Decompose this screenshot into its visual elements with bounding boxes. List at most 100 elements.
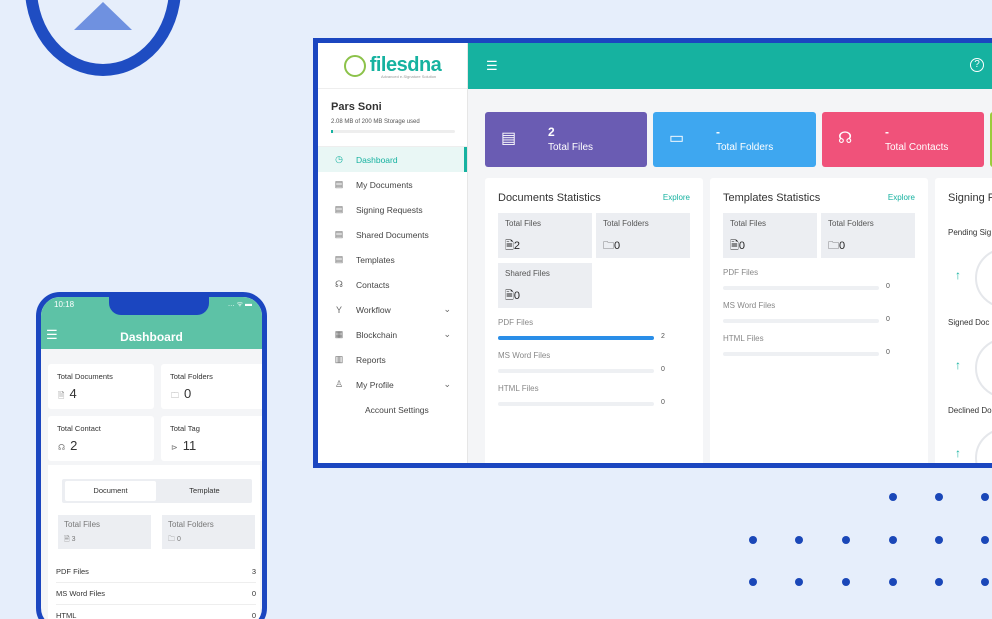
decorative-dot	[749, 578, 757, 586]
card-value: 2	[70, 438, 78, 453]
stat-total-files: Total Files 🗎0	[723, 213, 817, 258]
card-value: -	[716, 125, 720, 139]
mini-label: Total Files	[64, 520, 101, 529]
sidebar-item-label: Account Settings	[365, 404, 429, 415]
phone-card-total-tag[interactable]: Total Tag ⊳ 11	[161, 416, 262, 461]
sidebar-item-dashboard[interactable]: ◷ Dashboard	[318, 147, 467, 172]
sidebar-item-label: My Documents	[356, 179, 413, 190]
stat-value-wrap: 🗎0	[730, 237, 745, 256]
total-folders-card[interactable]: ▭ - Total Folders	[653, 112, 816, 167]
mini-value-wrap: 🗀 0	[168, 535, 181, 546]
sidebar-item-reports[interactable]: ▥ Reports	[318, 347, 467, 372]
card-value-wrap: ⊳ 11	[171, 438, 196, 453]
mini-value: 3	[71, 536, 76, 543]
sidebar-item-label: My Profile	[356, 379, 394, 390]
logo-icon	[343, 54, 366, 77]
card-value-wrap: 🗀 0	[171, 386, 191, 404]
card-value: 4	[69, 386, 77, 401]
blockchain-icon: ▦	[334, 329, 344, 339]
explore-link[interactable]: Explore	[663, 193, 690, 202]
user-name: Pars Soni	[331, 101, 382, 113]
sidebar: filesdna Advanced e-Signature Solution P…	[318, 43, 468, 463]
shared-icon: ▤	[334, 229, 344, 239]
explore-link[interactable]: Explore	[888, 193, 915, 202]
file-type-count: 0	[886, 316, 890, 323]
file-icon: 🗎	[730, 240, 739, 252]
progress-bar	[498, 369, 654, 373]
file-type-count: 0	[886, 349, 890, 356]
progress-bar	[723, 352, 879, 356]
folder-icon: 🗀	[603, 240, 614, 252]
folder-icon: 🗀	[168, 536, 177, 543]
decorative-dot	[889, 578, 897, 586]
file-type-label: HTML	[56, 611, 77, 619]
file-type-count: 0	[661, 399, 665, 406]
decorative-dot	[935, 578, 943, 586]
profile-icon: ♙	[334, 379, 344, 389]
sidebar-item-signing-requests[interactable]: ▤ Signing Requests	[318, 197, 467, 222]
tab-template[interactable]: Template	[159, 481, 250, 501]
dashboard-icon: ◷	[335, 154, 343, 164]
contacts-icon: ☊	[838, 130, 853, 147]
progress-bar	[498, 336, 654, 340]
sidebar-item-my-documents[interactable]: ▤ My Documents	[318, 172, 467, 197]
decorative-dot	[889, 536, 897, 544]
card-label: Total Tag	[170, 424, 200, 433]
sidebar-item-label: Workflow	[356, 304, 391, 315]
stat-value: 0	[614, 240, 621, 252]
phone-title: Dashboard	[120, 330, 183, 344]
menu-toggle-icon[interactable]: ☰	[486, 58, 498, 74]
phone-mockup: 10:18 … ᯤ ▬ ☰ Dashboard Total Documents …	[36, 292, 267, 619]
file-icon: 🗎	[505, 290, 514, 302]
card-label: Total Contact	[57, 424, 101, 433]
card-label: Total Documents	[57, 372, 113, 381]
sidebar-item-label: Shared Documents	[356, 229, 429, 240]
help-icon[interactable]: ?	[970, 58, 984, 72]
file-type-label: PDF Files	[56, 567, 89, 576]
stat-label: Shared Files	[505, 269, 550, 278]
decorative-dot	[981, 536, 989, 544]
card-value: 0	[184, 386, 192, 401]
decorative-dot	[935, 493, 943, 501]
sidebar-item-templates[interactable]: ▤ Templates	[318, 247, 467, 272]
sidebar-item-workflow[interactable]: Y Workflow ⌄	[318, 297, 467, 322]
stat-value: 2	[513, 240, 520, 252]
phone-card-total-documents[interactable]: Total Documents 🗎 4	[48, 364, 154, 409]
sidebar-item-blockchain[interactable]: ▦ Blockchain ⌄	[318, 322, 467, 347]
sidebar-item-label: Dashboard	[356, 154, 398, 165]
file-type-label: HTML Files	[723, 334, 764, 343]
total-contacts-card[interactable]: ☊ - Total Contacts	[822, 112, 984, 167]
chevron-down-icon: ⌄	[443, 304, 451, 314]
phone-header: 10:18 … ᯤ ▬ ☰ Dashboard	[41, 297, 262, 349]
template-icon: ▤	[334, 254, 344, 264]
signing-item-label: Signed Doc	[948, 318, 990, 327]
arrow-up-icon: ↑	[955, 358, 961, 372]
sidebar-item-label: Templates	[356, 254, 395, 265]
phone-card-total-folders[interactable]: Total Folders 🗀 0	[161, 364, 262, 409]
sidebar-item-label: Signing Requests	[356, 204, 423, 215]
progress-bar	[498, 402, 654, 406]
file-type-row: PDF Files 3	[56, 567, 256, 583]
decorative-dot	[795, 578, 803, 586]
file-type-label: MS Word Files	[723, 301, 776, 310]
file-type-row: MS Word Files 0	[56, 589, 256, 605]
sidebar-item-my-profile[interactable]: ♙ My Profile ⌄	[318, 372, 467, 397]
segment-control: Document Template	[62, 479, 252, 503]
tab-document[interactable]: Document	[65, 481, 156, 501]
templates-statistics-panel: Templates Statistics Explore Total Files…	[710, 178, 928, 463]
document-icon: ▤	[334, 179, 344, 189]
panel-title: Documents Statistics	[498, 192, 601, 204]
total-files-card[interactable]: ▤ 2 Total Files	[485, 112, 647, 167]
sidebar-item-shared-documents[interactable]: ▤ Shared Documents	[318, 222, 467, 247]
logo[interactable]: filesdna	[318, 43, 467, 89]
file-type-label: PDF Files	[723, 268, 759, 277]
sidebar-item-account-settings[interactable]: Account Settings	[318, 397, 467, 422]
arrow-up-icon: ↑	[955, 268, 961, 282]
phone-card-total-contact[interactable]: Total Contact ☊ 2	[48, 416, 154, 461]
sidebar-item-contacts[interactable]: ☊ Contacts	[318, 272, 467, 297]
stat-label: Total Folders	[828, 219, 874, 228]
file-icon: 🗎	[505, 240, 514, 252]
mini-value-wrap: 🗎 3	[64, 535, 75, 546]
chevron-down-icon: ⌄	[443, 379, 451, 389]
progress-ring	[975, 248, 992, 308]
